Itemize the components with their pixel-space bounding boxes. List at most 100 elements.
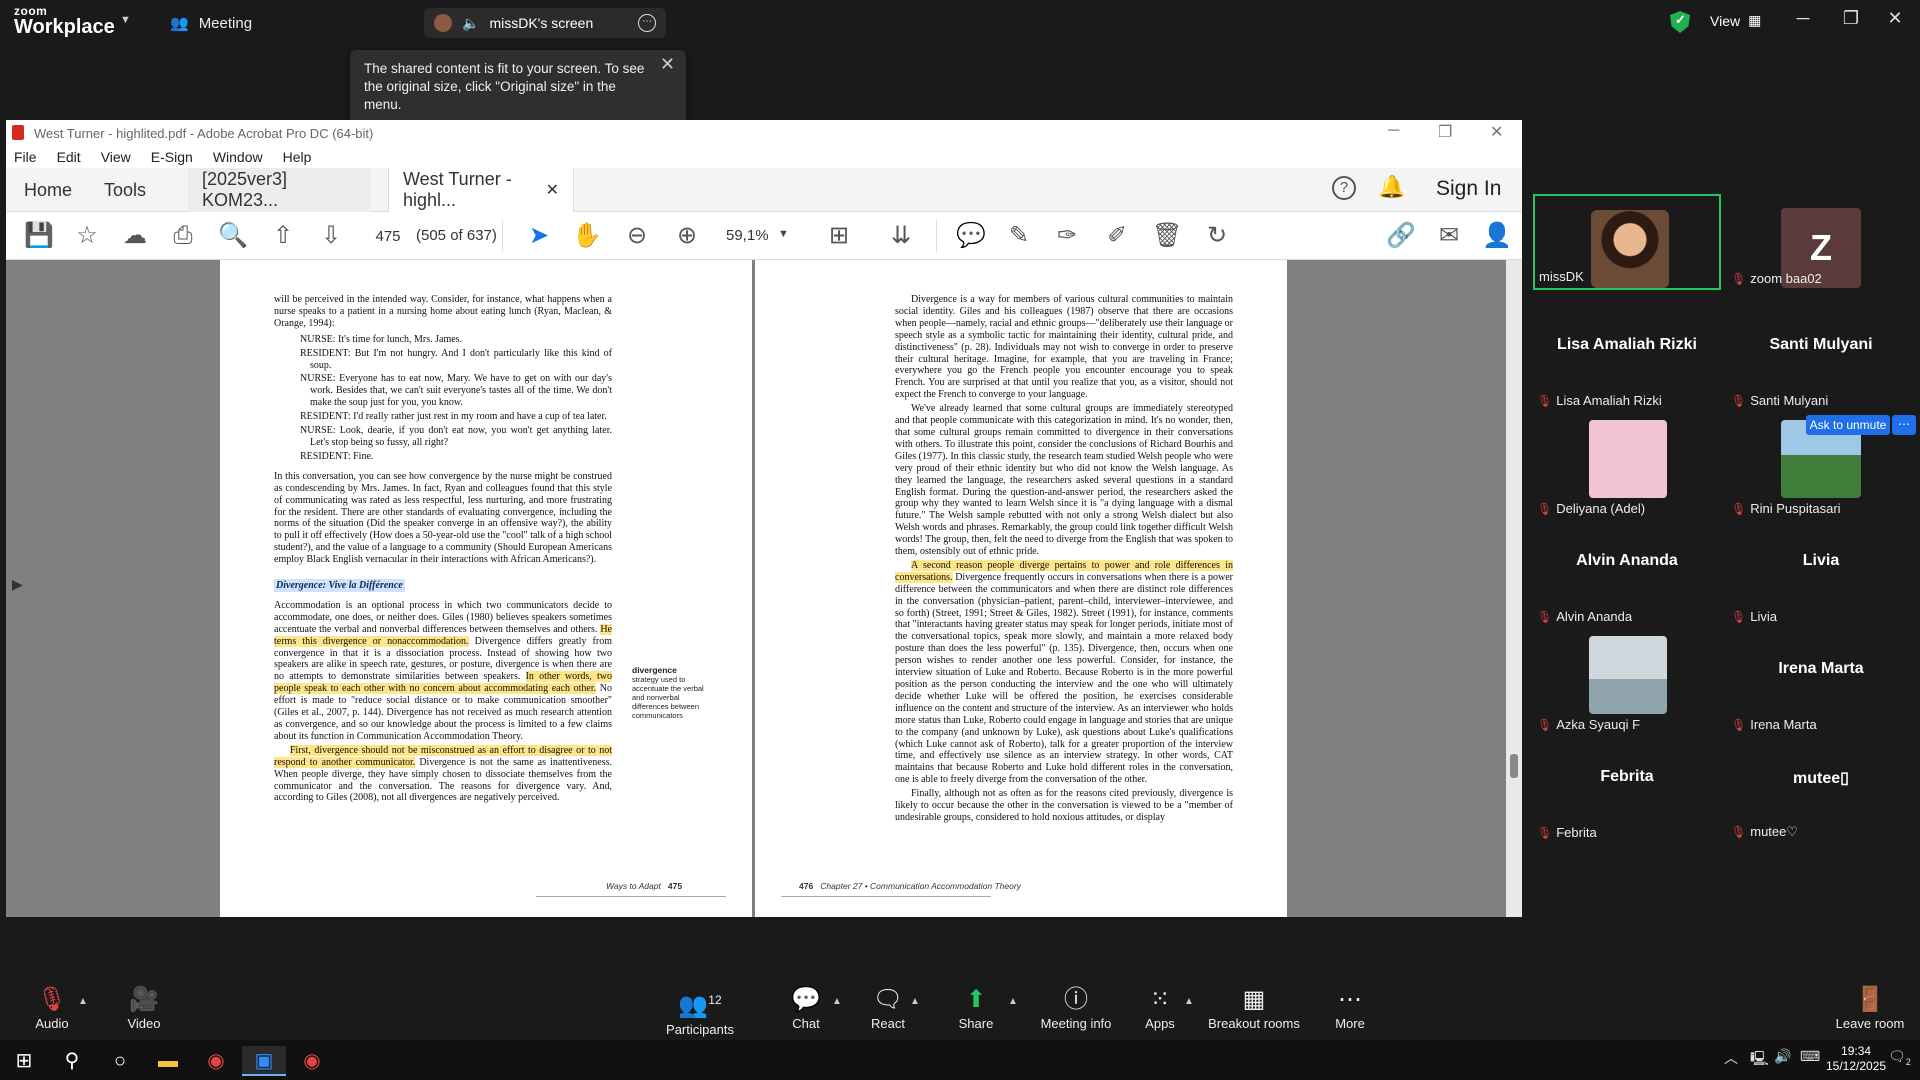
draw-icon[interactable]: ✑ bbox=[1052, 222, 1082, 250]
zoom-level-select[interactable]: 59,1% bbox=[726, 227, 769, 244]
screen-share-indicator[interactable]: 🔈 missDK's screen ⋯ bbox=[424, 8, 666, 38]
volume-icon[interactable]: 🔊 bbox=[1774, 1048, 1791, 1065]
zoom-workplace-logo[interactable]: zoom Workplace bbox=[14, 5, 115, 37]
meeting-tab[interactable]: 👥 Meeting bbox=[170, 14, 252, 33]
menu-window[interactable]: Window bbox=[213, 149, 263, 165]
apps-button[interactable]: ⁙ Apps bbox=[1140, 986, 1180, 1031]
chevron-up-icon[interactable]: ▲ bbox=[1184, 996, 1194, 1007]
page-layout-icon[interactable]: ⊞ bbox=[824, 222, 854, 250]
tab-document-1[interactable]: [2025ver3] KOM23... bbox=[188, 168, 370, 212]
zoom-app-icon[interactable]: ▣ bbox=[242, 1046, 286, 1076]
close-icon[interactable]: ✕ bbox=[546, 180, 559, 200]
chevron-up-icon[interactable]: ︿ bbox=[1724, 1048, 1738, 1068]
participant-tile[interactable]: Z 🎙 zoom baa02 bbox=[1727, 194, 1915, 290]
hand-tool-icon[interactable]: ✋ bbox=[572, 222, 602, 250]
close-icon[interactable]: ✕ bbox=[1490, 122, 1503, 142]
task-view-icon[interactable]: ○ bbox=[98, 1046, 142, 1076]
rotate-icon[interactable]: ↻ bbox=[1202, 222, 1232, 250]
menu-edit[interactable]: Edit bbox=[57, 149, 81, 165]
leave-room-button[interactable]: 🚪 Leave room bbox=[1832, 986, 1908, 1031]
participant-tile[interactable]: Irena Marta 🎙 Irena Marta bbox=[1727, 636, 1915, 732]
close-icon[interactable]: ✕ bbox=[1880, 8, 1910, 29]
share-button[interactable]: ⬆ Share bbox=[954, 986, 998, 1031]
search-icon[interactable]: ⚲ bbox=[50, 1046, 94, 1076]
vertical-scrollbar[interactable] bbox=[1506, 260, 1522, 917]
participant-tile[interactable]: Santi Mulyani 🎙 Santi Mulyani bbox=[1727, 312, 1915, 408]
minimize-icon[interactable]: ─ bbox=[1788, 8, 1818, 29]
menu-help[interactable]: Help bbox=[283, 149, 312, 165]
zoom-in-icon[interactable]: ⊕ bbox=[672, 222, 702, 250]
ask-to-unmute-button[interactable]: Ask to unmute bbox=[1806, 415, 1890, 435]
text-run: Accommodation is an optional process in … bbox=[274, 599, 612, 635]
previous-page-icon[interactable]: ⇧ bbox=[268, 222, 298, 250]
network-icon[interactable]: 🖳 bbox=[1750, 1048, 1769, 1072]
close-icon[interactable]: ✕ bbox=[660, 54, 675, 75]
link-icon[interactable]: 🔗 bbox=[1386, 222, 1416, 250]
notifications-icon[interactable]: 🗨2 bbox=[1888, 1048, 1911, 1067]
tab-tools[interactable]: Tools bbox=[104, 168, 146, 212]
chrome-icon[interactable]: ◉ bbox=[194, 1046, 238, 1076]
participant-tile[interactable]: mutee▯ 🎙 mutee♡ bbox=[1727, 744, 1915, 840]
minimize-icon[interactable]: ─ bbox=[1388, 122, 1399, 140]
participant-tile[interactable]: 🎙 Azka Syauqi F bbox=[1533, 636, 1721, 732]
react-button[interactable]: 🗨 React bbox=[866, 986, 910, 1031]
windows-start-icon[interactable]: ⊞ bbox=[2, 1046, 46, 1076]
participant-tile[interactable]: Lisa Amaliah Rizki 🎙 Lisa Amaliah Rizki bbox=[1533, 312, 1721, 408]
tab-home[interactable]: Home bbox=[24, 168, 72, 212]
chevron-down-icon[interactable]: ▼ bbox=[120, 14, 131, 26]
tab-document-2[interactable]: West Turner - highl... ✕ bbox=[388, 168, 574, 212]
upload-cloud-icon[interactable]: ☁ bbox=[120, 222, 150, 250]
system-clock[interactable]: 19:34 15/12/2025 bbox=[1826, 1044, 1886, 1074]
file-explorer-icon[interactable]: ▬ bbox=[146, 1046, 190, 1076]
scrolling-mode-icon[interactable]: ⇊ bbox=[886, 222, 916, 250]
chevron-down-icon[interactable]: ▼ bbox=[778, 228, 789, 240]
view-button[interactable]: View ▦ bbox=[1710, 12, 1761, 29]
restore-icon[interactable]: ❐ bbox=[1438, 122, 1452, 142]
participant-tile[interactable]: 🎙 Deliyana (Adel) bbox=[1533, 420, 1721, 516]
chevron-up-icon[interactable]: ▲ bbox=[910, 996, 920, 1007]
restore-icon[interactable]: ❐ bbox=[1836, 8, 1866, 29]
delete-icon[interactable]: 🗑 bbox=[1152, 222, 1182, 250]
document-viewer[interactable]: ▶ ◀ will be perceived in the intended wa… bbox=[6, 260, 1522, 917]
participant-tile[interactable]: Febrita 🎙 Febrita bbox=[1533, 744, 1721, 840]
scrollbar-thumb[interactable] bbox=[1510, 754, 1518, 778]
chevron-up-icon[interactable]: ▲ bbox=[78, 996, 88, 1007]
acrobat-app-icon[interactable]: ◉ bbox=[290, 1046, 334, 1076]
audio-button[interactable]: 🎙 Audio bbox=[32, 986, 72, 1031]
breakout-rooms-button[interactable]: ▦ Breakout rooms bbox=[1206, 986, 1302, 1031]
email-icon[interactable]: ✉ bbox=[1434, 222, 1464, 250]
notification-bell-icon[interactable]: 🔔 bbox=[1378, 174, 1405, 200]
chevron-up-icon[interactable]: ▲ bbox=[1008, 996, 1018, 1007]
page-number-input[interactable]: 475 bbox=[366, 222, 410, 250]
stamp-icon[interactable]: ✐ bbox=[1102, 222, 1132, 250]
participant-label: mutee♡ bbox=[1750, 824, 1799, 839]
share-user-icon[interactable]: 👤 bbox=[1482, 222, 1512, 250]
highlight-icon[interactable]: ✎ bbox=[1004, 222, 1034, 250]
chevron-up-icon[interactable]: ▲ bbox=[832, 996, 842, 1007]
sign-in-button[interactable]: Sign In bbox=[1436, 177, 1501, 201]
participant-tile[interactable]: Livia 🎙 Livia bbox=[1727, 528, 1915, 624]
participants-button[interactable]: 👥12 Participants bbox=[660, 986, 740, 1037]
language-icon[interactable]: ⌨ bbox=[1800, 1048, 1820, 1065]
meeting-info-button[interactable]: ⓘ Meeting info bbox=[1036, 986, 1116, 1031]
print-icon[interactable]: ⎙ bbox=[168, 222, 198, 250]
select-cursor-icon[interactable]: ➤ bbox=[524, 222, 554, 250]
save-icon[interactable]: 💾 bbox=[24, 222, 54, 250]
participant-tile[interactable]: Alvin Ananda 🎙 Alvin Ananda bbox=[1533, 528, 1721, 624]
more-button[interactable]: ⋯ More bbox=[1328, 986, 1372, 1031]
star-icon[interactable]: ☆ bbox=[72, 222, 102, 250]
help-icon[interactable]: ? bbox=[1332, 176, 1356, 200]
menu-file[interactable]: File bbox=[14, 149, 37, 165]
menu-esign[interactable]: E-Sign bbox=[151, 149, 193, 165]
more-options-icon[interactable]: ⋯ bbox=[1892, 415, 1916, 435]
zoom-out-icon[interactable]: ⊖ bbox=[622, 222, 652, 250]
expand-left-panel-icon[interactable]: ▶ bbox=[12, 576, 23, 593]
more-options-icon[interactable]: ⋯ bbox=[638, 14, 656, 32]
chat-button[interactable]: 💬 Chat bbox=[786, 986, 826, 1031]
menu-view[interactable]: View bbox=[101, 149, 131, 165]
comment-icon[interactable]: 💬 bbox=[956, 222, 986, 250]
zoom-search-icon[interactable]: 🔍 bbox=[218, 222, 248, 250]
video-button[interactable]: 🎥 Video bbox=[124, 986, 164, 1031]
next-page-icon[interactable]: ⇩ bbox=[316, 222, 346, 250]
participant-tile[interactable]: missDK bbox=[1533, 194, 1721, 290]
